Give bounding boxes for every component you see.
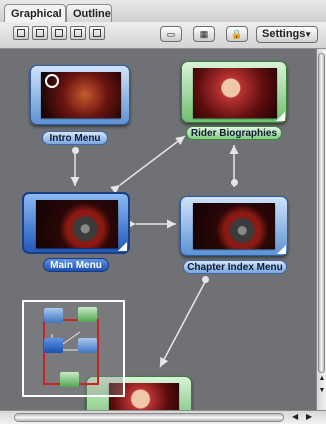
vertical-scroll-thumb[interactable] xyxy=(318,53,325,373)
corner-resize-icon xyxy=(118,242,127,251)
mini-rider-node xyxy=(78,307,97,322)
scroll-left-icon[interactable]: ◀ xyxy=(292,411,298,423)
rider-thumbnail xyxy=(193,68,277,118)
scroll-right-icon[interactable]: ▶ xyxy=(306,411,312,423)
menu-view-icon[interactable] xyxy=(70,26,86,40)
mini-bottom-node xyxy=(60,372,79,387)
settings-popup[interactable]: Settings ▼ xyxy=(256,26,318,43)
magnifier-icon xyxy=(45,74,59,88)
tab-outline[interactable]: Outline xyxy=(66,4,112,22)
main-menu-label[interactable]: Main Menu xyxy=(43,258,109,272)
list-view-icon[interactable] xyxy=(32,26,48,40)
chapter-index-label[interactable]: Chapter Index Menu xyxy=(183,260,287,274)
chapter-thumbnail xyxy=(193,203,275,249)
chapter-connector-dot xyxy=(202,276,209,283)
lock-icon[interactable]: 🔒 xyxy=(226,26,248,42)
tab-bar: Graphical Outline xyxy=(0,0,326,23)
settings-label: Settings xyxy=(262,28,306,40)
corner-resize-icon xyxy=(277,245,286,254)
chevron-down-icon: ▼ xyxy=(304,30,312,39)
navigator-overview[interactable] xyxy=(22,300,125,397)
link-main-rider xyxy=(110,135,186,195)
intro-menu-label[interactable]: Intro Menu xyxy=(42,131,108,145)
intro-connector-dot xyxy=(72,147,79,154)
tab-graphical[interactable]: Graphical xyxy=(4,4,66,22)
grid-view-icon[interactable] xyxy=(13,26,29,40)
scroll-down-icon[interactable]: ▼ xyxy=(318,387,326,394)
horizontal-scroll-thumb[interactable] xyxy=(14,413,284,422)
vertical-scrollbar[interactable]: ▲ ▼ xyxy=(316,49,326,410)
corner-resize-icon xyxy=(276,112,285,121)
track-view-icon[interactable] xyxy=(89,26,105,40)
mini-main-node xyxy=(44,338,63,353)
horizontal-scrollbar[interactable]: ◀ ▶ xyxy=(0,410,326,424)
film-icon[interactable]: ▦ xyxy=(193,26,215,42)
chapter-index-node[interactable] xyxy=(180,196,288,256)
main-thumbnail xyxy=(36,200,118,248)
mini-chapter-node xyxy=(78,338,97,353)
rider-connector-dot xyxy=(231,179,238,186)
intro-menu-node[interactable] xyxy=(30,65,130,125)
link-chapter-bottom xyxy=(159,281,206,368)
rider-biographies-node[interactable] xyxy=(181,61,287,123)
film-strip-icon[interactable] xyxy=(51,26,67,40)
graph-canvas[interactable]: Intro Menu Rider Biographies Main Menu C… xyxy=(0,49,316,410)
main-menu-node[interactable] xyxy=(22,192,130,254)
screen-icon[interactable]: ▭ xyxy=(160,26,182,42)
mini-intro-node xyxy=(44,308,63,323)
toolbar: ▭ ▦ 🔒 Settings ▼ xyxy=(0,22,326,49)
rider-biographies-label[interactable]: Rider Biographies xyxy=(186,126,282,140)
scroll-up-icon[interactable]: ▲ xyxy=(318,375,326,382)
